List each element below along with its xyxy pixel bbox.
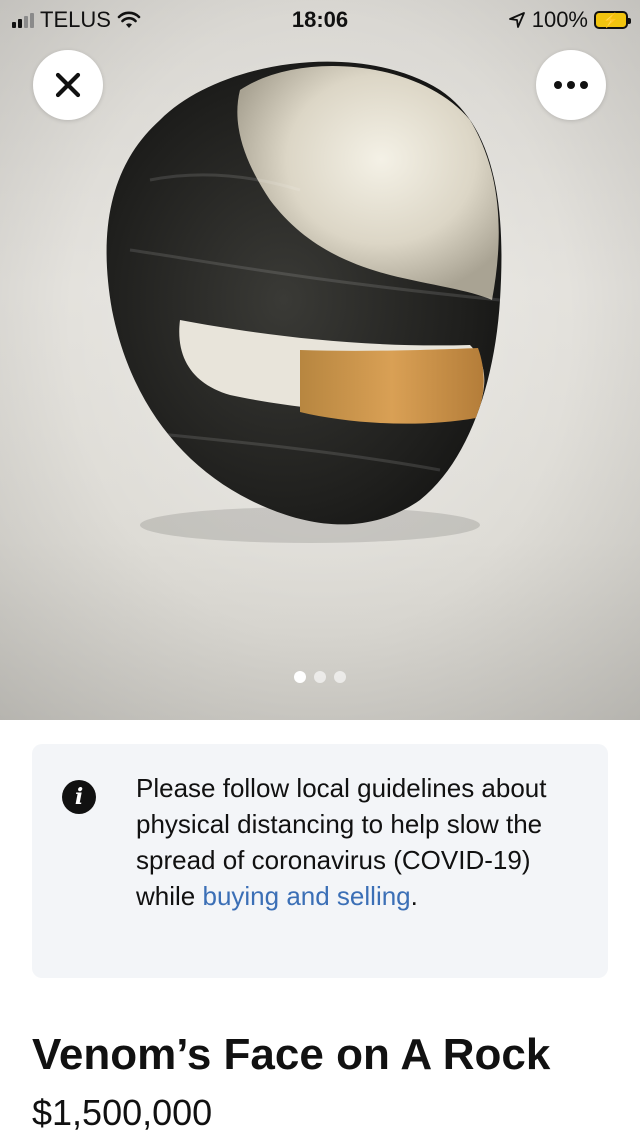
- pager-dot[interactable]: [314, 671, 326, 683]
- photo-pager: [0, 671, 640, 683]
- close-button[interactable]: [33, 50, 103, 120]
- wifi-icon: [117, 11, 141, 28]
- battery-charging-icon: ⚡: [594, 11, 631, 29]
- status-bar: TELUS 18:06 100% ⚡: [0, 0, 640, 40]
- covid-notice-card: i Please follow local guidelines about p…: [32, 744, 608, 978]
- pager-dot-active[interactable]: [294, 671, 306, 683]
- listing-title: Venom’s Face on A Rock: [32, 1030, 551, 1079]
- pager-dot[interactable]: [334, 671, 346, 683]
- more-options-button[interactable]: [536, 50, 606, 120]
- notice-text: Please follow local guidelines about phy…: [136, 770, 566, 978]
- signal-icon: [12, 12, 34, 28]
- location-arrow-icon: [508, 12, 525, 28]
- listing-price: $1,500,000: [32, 1092, 213, 1133]
- notice-suffix: .: [410, 881, 418, 911]
- bolt-icon: ⚡: [602, 12, 620, 28]
- more-options-icon: [554, 81, 588, 89]
- info-icon: i: [62, 780, 96, 814]
- close-icon: [55, 72, 81, 98]
- carrier-label: TELUS: [40, 7, 111, 32]
- battery-percent: 100%: [531, 7, 588, 32]
- status-left: TELUS: [12, 7, 141, 33]
- status-right: 100% ⚡: [508, 7, 631, 33]
- buying-selling-link[interactable]: buying and selling: [202, 881, 410, 911]
